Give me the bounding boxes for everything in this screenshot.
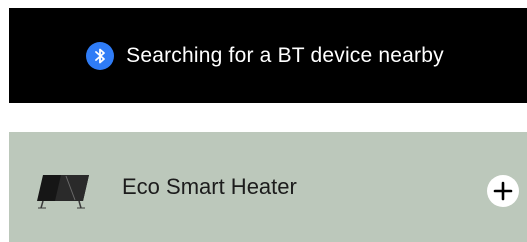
- device-list-item[interactable]: Eco Smart Heater: [9, 132, 527, 242]
- heater-panel-icon: [33, 174, 93, 210]
- bluetooth-status-banner: Searching for a BT device nearby: [9, 8, 527, 103]
- plus-icon: [493, 181, 513, 201]
- bluetooth-icon: [86, 41, 115, 70]
- add-device-button[interactable]: [487, 175, 519, 207]
- device-name: Eco Smart Heater: [122, 174, 297, 199]
- screen: Searching for a BT device nearby Eco Sma…: [0, 0, 527, 242]
- bluetooth-status-text: Searching for a BT device nearby: [126, 43, 444, 67]
